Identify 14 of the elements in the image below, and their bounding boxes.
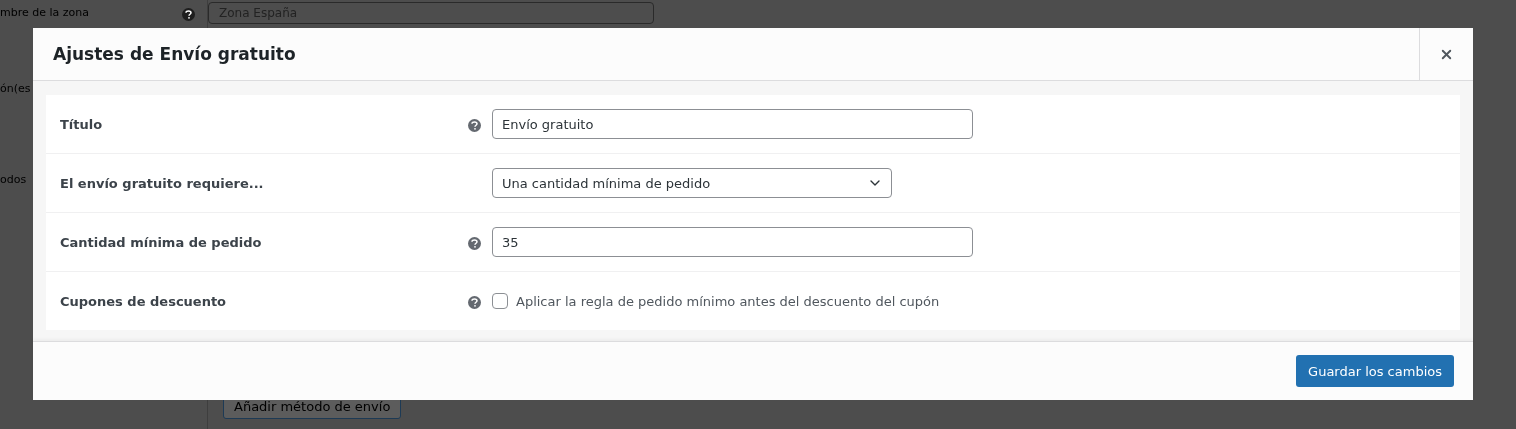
checkbox-label: Aplicar la regla de pedido mínimo antes del descuento del cupón <box>516 293 940 309</box>
zone-name-label: mbre de la zona <box>0 6 89 19</box>
setting-label: Cupones de descuento <box>60 293 228 309</box>
setting-label: Cantidad mínima de pedido <box>60 234 263 250</box>
text-field[interactable]: Envío gratuito <box>492 109 973 139</box>
setting-label: odos <box>0 173 27 186</box>
checkbox[interactable] <box>492 293 508 309</box>
setting-label: Título <box>60 116 104 132</box>
save-button[interactable]: Guardar los cambios <box>1296 355 1454 387</box>
setting-label: ón(es <box>0 82 31 95</box>
text-field[interactable]: 35 <box>492 227 973 257</box>
dialog-title: Ajustes de Envío gratuito <box>52 43 297 66</box>
setting-label: El envío gratuito requiere... <box>60 175 265 191</box>
dropdown[interactable]: Una cantidad mínima de pedido <box>492 168 892 198</box>
